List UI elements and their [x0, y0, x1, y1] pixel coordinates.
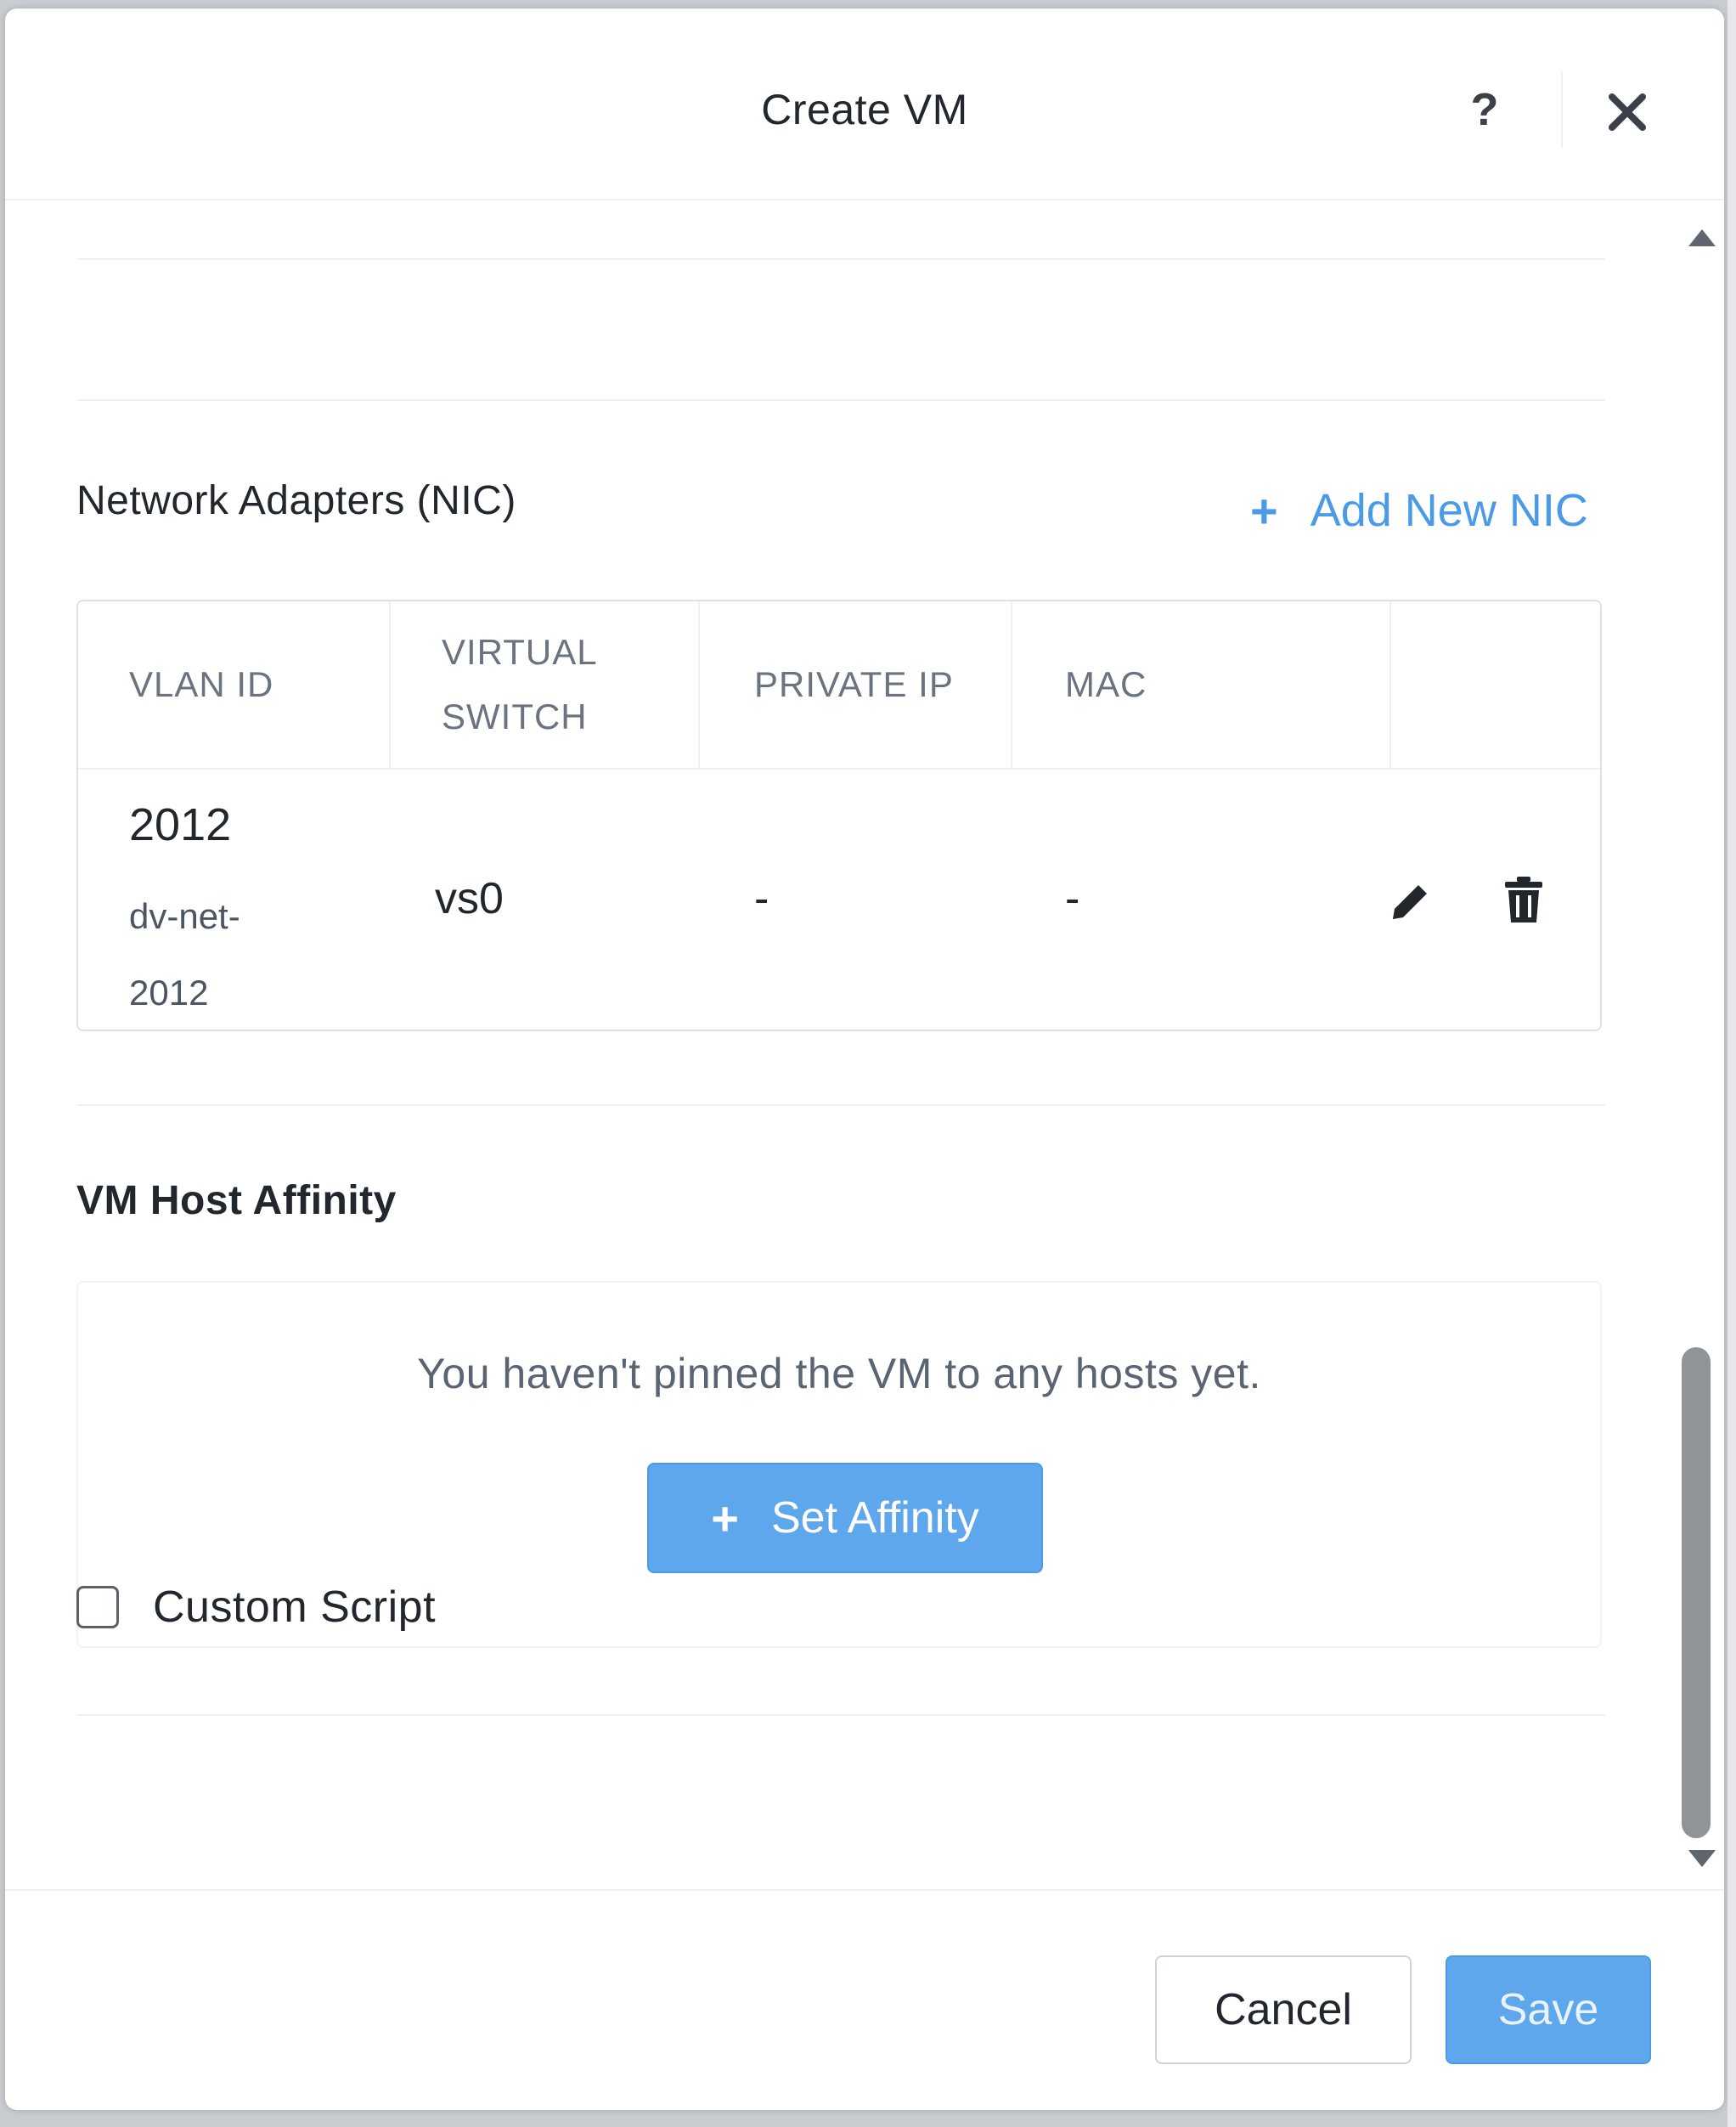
- custom-script-label: Custom Script: [153, 1583, 437, 1632]
- plus-icon: +: [711, 1491, 739, 1545]
- vlan-name-value: dv-net-2012: [129, 896, 240, 1013]
- background-page: [1728, 0, 1736, 2127]
- private-ip-value: -: [754, 874, 769, 923]
- set-affinity-button[interactable]: + Set Affinity: [647, 1463, 1043, 1573]
- plus-icon: +: [1250, 483, 1278, 538]
- custom-script-option[interactable]: Custom Script: [76, 1582, 436, 1633]
- scroll-up-arrow-icon[interactable]: [1685, 224, 1719, 250]
- add-new-nic-label: Add New NIC: [1310, 485, 1588, 536]
- column-header-mac: MAC: [1012, 601, 1391, 768]
- add-new-nic-button[interactable]: + Add New NIC: [1250, 481, 1588, 540]
- scrollbar-thumb[interactable]: [1682, 1347, 1711, 1838]
- divider: [76, 399, 1605, 401]
- divider: [76, 1104, 1605, 1106]
- column-header-actions: [1391, 601, 1600, 768]
- column-header-vlan-id: VLAN ID: [78, 601, 391, 768]
- close-icon[interactable]: [1604, 88, 1651, 136]
- scroll-down-arrow-icon[interactable]: [1685, 1847, 1719, 1872]
- question-mark-icon[interactable]: ?: [1459, 80, 1510, 139]
- modal-header: Create VM ?: [5, 8, 1724, 200]
- save-button[interactable]: Save: [1446, 1955, 1651, 2064]
- pencil-icon[interactable]: [1386, 878, 1434, 926]
- cancel-button[interactable]: Cancel: [1155, 1955, 1412, 2064]
- nic-table: VLAN ID VIRTUAL SWITCH PRIVATE IP MAC 20…: [76, 600, 1602, 1031]
- custom-script-checkbox[interactable]: [76, 1586, 119, 1628]
- modal-body: Network Adapters (NIC) + Add New NIC VLA…: [5, 200, 1724, 1896]
- nic-section-title: Network Adapters (NIC): [76, 478, 516, 523]
- affinity-empty-message: You haven't pinned the VM to any hosts y…: [417, 1350, 1261, 1397]
- create-vm-modal: Create VM ? Network Adapters (NIC) + Add…: [5, 8, 1724, 2110]
- header-divider: [1561, 71, 1563, 148]
- affinity-section-title: VM Host Affinity: [76, 1178, 397, 1223]
- column-header-virtual-switch: VIRTUAL SWITCH: [391, 601, 700, 768]
- set-affinity-label: Set Affinity: [770, 1493, 979, 1543]
- divider: [76, 1714, 1605, 1716]
- vlan-id-value: 2012: [129, 799, 232, 850]
- column-header-private-ip: PRIVATE IP: [700, 601, 1012, 768]
- trash-icon[interactable]: [1502, 875, 1546, 924]
- divider: [76, 258, 1605, 260]
- virtual-switch-value: vs0: [435, 874, 504, 923]
- modal-footer: Cancel Save: [5, 1889, 1724, 2110]
- mac-value: -: [1065, 874, 1080, 923]
